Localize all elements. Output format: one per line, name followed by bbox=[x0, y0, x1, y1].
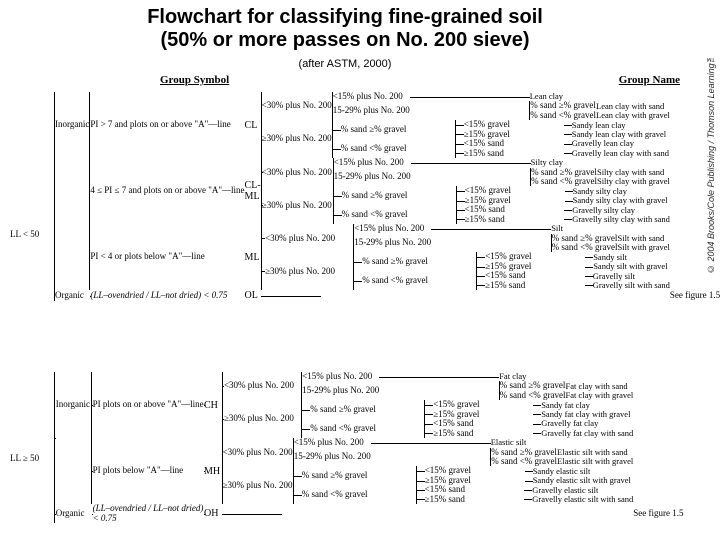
cl-1529: 15-29% plus No. 200 bbox=[333, 101, 410, 120]
ml-sand-ge: % sand ≥% gravel bbox=[362, 252, 466, 271]
ml-lt30: <30% plus No. 200 bbox=[265, 224, 349, 252]
cl-slt-a: % sand <% gravel bbox=[530, 111, 596, 120]
ml-1529: 15-29% plus No. 200 bbox=[354, 234, 431, 253]
pi-ch: PI plots on or above "A"—line bbox=[93, 372, 204, 438]
branch-ll-lt50: Inorganic PI > 7 and plots on or above "… bbox=[54, 92, 720, 301]
org-ratio-oh: (LL–ovendried / LL–not dried) < 0.75 bbox=[93, 504, 204, 523]
gn-ml-4: Sandy silt with gravel bbox=[593, 262, 667, 271]
clml-sand-lt: % sand <% gravel bbox=[342, 205, 446, 224]
cl-sand-lt: % sand <% gravel bbox=[341, 139, 445, 158]
gn-mh-4: Sandy elastic silt with gravel bbox=[533, 476, 631, 485]
mh-lt30: <30% plus No. 200 bbox=[223, 438, 293, 466]
ch-sand-lt: % sand <% gravel bbox=[310, 419, 414, 438]
symbol-ch: CH bbox=[204, 372, 221, 438]
gn-cl-6: Gravelly lean clay with sand bbox=[572, 149, 669, 158]
ch-1529: 15-29% plus No. 200 bbox=[302, 381, 379, 400]
clml-sge15: ≥15% sand bbox=[465, 215, 565, 224]
ch-sand-ge: % sand ≥% gravel bbox=[310, 400, 414, 419]
symbol-ml: ML bbox=[245, 224, 261, 290]
clml-lt15: <15% plus No. 200 bbox=[334, 158, 411, 167]
mh-lt15: <15% plus No. 200 bbox=[294, 438, 371, 447]
ch-lt30: <30% plus No. 200 bbox=[224, 372, 300, 400]
gn-ch-2: Fat clay with gravel bbox=[566, 391, 634, 400]
pi-ml: PI < 4 or plots below "A"—line bbox=[90, 224, 244, 290]
gn-mh-6: Gravelly elastic silt with sand bbox=[532, 495, 633, 504]
mh-sand-lt: % sand <% gravel bbox=[302, 485, 406, 504]
label-organic: Organic bbox=[55, 290, 89, 301]
label-organic-2: Organic bbox=[56, 504, 91, 523]
pi-clml: 4 ≤ PI ≤ 7 and plots on or above "A"—lin… bbox=[90, 158, 244, 224]
mh-sand-ge: % sand ≥% gravel bbox=[302, 466, 406, 485]
oh-seefig: See figure 1.5 bbox=[633, 504, 683, 523]
symbol-mh: MH bbox=[204, 438, 221, 504]
ch-slt-a: % sand <% gravel bbox=[500, 391, 566, 400]
clml-1529: 15-29% plus No. 200 bbox=[334, 168, 411, 187]
ch-lt15: <15% plus No. 200 bbox=[302, 372, 379, 381]
branch-ll-ge50: Inorganic PI plots on or above "A"—line … bbox=[54, 372, 684, 523]
label-inorganic: Inorganic bbox=[55, 92, 89, 158]
pi-mh: PI plots below "A"—line bbox=[93, 438, 204, 504]
ml-sand-lt: % sand <% gravel bbox=[362, 271, 466, 290]
mh-ge30: ≥30% plus No. 200 bbox=[223, 466, 293, 504]
ml-ge30: ≥30% plus No. 200 bbox=[265, 252, 349, 290]
cl-lt30: <30% plus No. 200 bbox=[262, 92, 332, 120]
clml-slt-a: % sand <% gravel bbox=[531, 177, 597, 186]
cl-ge30: ≥30% plus No. 200 bbox=[262, 120, 332, 158]
root-lt50: LL < 50 bbox=[10, 230, 39, 239]
ol-seefig: See figure 1.5 bbox=[670, 290, 720, 301]
clml-ge30: ≥30% plus No. 200 bbox=[262, 186, 333, 224]
gn-ch-6: Gravelly fat clay with sand bbox=[541, 429, 633, 438]
cl-sand-ge: % sand ≥% gravel bbox=[341, 120, 445, 139]
page-title: Flowchart for classifying fine-grained s… bbox=[0, 6, 690, 52]
subtitle-after: (after ASTM, 2000) bbox=[0, 58, 690, 70]
mh-1529: 15-29% plus No. 200 bbox=[294, 448, 371, 467]
label-inorganic-2: Inorganic bbox=[56, 372, 91, 438]
symbol-cl: CL bbox=[245, 92, 261, 158]
root-ge50: LL ≥ 50 bbox=[10, 454, 39, 463]
ml-lt15: <15% plus No. 200 bbox=[354, 224, 431, 233]
title-line-2: (50% or more passes on No. 200 sieve) bbox=[160, 29, 529, 51]
title-line-1: Flowchart for classifying fine-grained s… bbox=[147, 6, 543, 28]
gn-cl-2: Lean clay with gravel bbox=[596, 111, 670, 120]
pi-cl: PI > 7 and plots on or above "A"—line bbox=[90, 92, 244, 158]
gn-ml-6: Gravelly silt with sand bbox=[593, 281, 670, 290]
flowchart: Group Symbol Group Name LL < 50 LL ≥ 50 … bbox=[54, 74, 684, 522]
header-group-symbol: Group Symbol bbox=[160, 74, 229, 86]
ml-sge15: ≥15% sand bbox=[485, 281, 585, 290]
gn-clml-2: Silty clay with gravel bbox=[597, 177, 670, 186]
gn-clml-4: Sandy silty clay with gravel bbox=[573, 196, 668, 205]
mh-sge15: ≥15% sand bbox=[425, 495, 525, 504]
gn-mh-2: Elastic silt with gravel bbox=[557, 457, 633, 466]
ch-ge30: ≥30% plus No. 200 bbox=[224, 400, 300, 438]
clml-lt30: <30% plus No. 200 bbox=[262, 158, 333, 186]
header-group-name: Group Name bbox=[619, 74, 680, 86]
clml-sand-ge: % sand ≥% gravel bbox=[342, 186, 446, 205]
cl-lt15: <15% plus No. 200 bbox=[333, 92, 410, 101]
org-ratio-ol: (LL–ovendried / LL–not dried) < 0.75 bbox=[90, 290, 244, 301]
symbol-ol: OL bbox=[245, 290, 261, 301]
gn-clml-6: Gravelly silty clay with sand bbox=[572, 215, 670, 224]
mh-slt-a: % sand <% gravel bbox=[491, 457, 557, 466]
symbol-clml: CL-ML bbox=[245, 158, 261, 224]
symbol-oh: OH bbox=[204, 504, 221, 523]
